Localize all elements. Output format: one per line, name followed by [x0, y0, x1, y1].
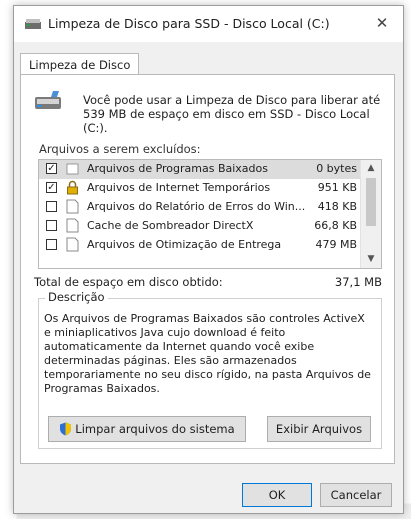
- list-item[interactable]: Cache de Sombreador DirectX 66,8 KB: [39, 217, 361, 236]
- checkbox-checked[interactable]: ✓: [46, 163, 57, 174]
- lock-icon: [67, 180, 78, 195]
- list-scrollbar[interactable]: ▲ ▼: [360, 160, 381, 268]
- intro-text: Você pode usar a Limpeza de Disco para l…: [83, 93, 381, 135]
- disk-cleanup-app-icon: [25, 19, 41, 29]
- item-name: Cache de Sombreador DirectX: [87, 219, 254, 232]
- document-icon: [66, 199, 79, 214]
- item-name: Arquivos de Otimização de Entrega: [87, 238, 282, 251]
- item-name: Arquivos do Relatório de Erros do Win...: [87, 200, 306, 213]
- description-title: Descrição: [45, 290, 108, 304]
- title-bar: Limpeza de Disco para SSD - Disco Local …: [14, 6, 403, 42]
- uac-shield-icon: [60, 422, 72, 436]
- item-name: Arquivos de Programas Baixados: [87, 162, 268, 175]
- scroll-down-icon[interactable]: ▼: [361, 251, 381, 268]
- files-to-delete-label: Arquivos a serem excluídos:: [39, 142, 201, 156]
- item-size: 66,8 KB: [314, 219, 357, 232]
- close-button[interactable]: ✕: [363, 6, 401, 40]
- checkbox-checked[interactable]: ✓: [46, 182, 57, 193]
- item-size: 0 bytes: [316, 162, 357, 175]
- list-item[interactable]: ✓ Arquivos de Internet Temporários 951 K…: [39, 179, 361, 198]
- scroll-up-icon[interactable]: ▲: [361, 160, 381, 177]
- checkbox-unchecked[interactable]: [46, 239, 57, 250]
- total-space-label: Total de espaço em disco obtido:: [34, 275, 223, 289]
- clean-system-files-button[interactable]: Limpar arquivos do sistema: [48, 416, 246, 442]
- checkbox-unchecked[interactable]: [46, 220, 57, 231]
- document-icon: [66, 237, 79, 252]
- files-list[interactable]: ✓ Arquivos de Programas Baixados 0 bytes…: [38, 159, 382, 269]
- list-item[interactable]: Arquivos do Relatório de Erros do Win...…: [39, 198, 361, 217]
- close-icon: ✕: [375, 14, 389, 32]
- document-icon: [66, 218, 79, 233]
- total-space-value: 37,1 MB: [334, 275, 382, 289]
- view-files-button[interactable]: Exibir Arquivos: [267, 416, 371, 442]
- item-size: 418 KB: [317, 200, 357, 213]
- tab-disk-cleanup[interactable]: Limpeza de Disco: [20, 53, 140, 75]
- checkbox-unchecked[interactable]: [46, 201, 57, 212]
- scroll-thumb[interactable]: [366, 178, 376, 226]
- list-item[interactable]: ✓ Arquivos de Programas Baixados 0 bytes: [39, 160, 361, 179]
- disk-cleanup-dialog: Limpeza de Disco para SSD - Disco Local …: [13, 5, 404, 514]
- clean-system-files-label: Limpar arquivos do sistema: [75, 422, 235, 436]
- item-size: 479 MB: [315, 238, 357, 251]
- item-name: Arquivos de Internet Temporários: [87, 181, 271, 194]
- folder-icon: [66, 163, 79, 175]
- cancel-button[interactable]: Cancelar: [320, 483, 392, 507]
- item-size: 951 KB: [317, 181, 357, 194]
- ok-button[interactable]: OK: [242, 483, 312, 507]
- drive-cleanup-icon: [35, 91, 61, 109]
- list-item[interactable]: Arquivos de Otimização de Entrega 479 MB: [39, 236, 361, 255]
- description-text: Os Arquivos de Programas Baixados são co…: [44, 312, 371, 395]
- tab-panel: Você pode usar a Limpeza de Disco para l…: [20, 74, 395, 464]
- window-title: Limpeza de Disco para SSD - Disco Local …: [48, 16, 330, 31]
